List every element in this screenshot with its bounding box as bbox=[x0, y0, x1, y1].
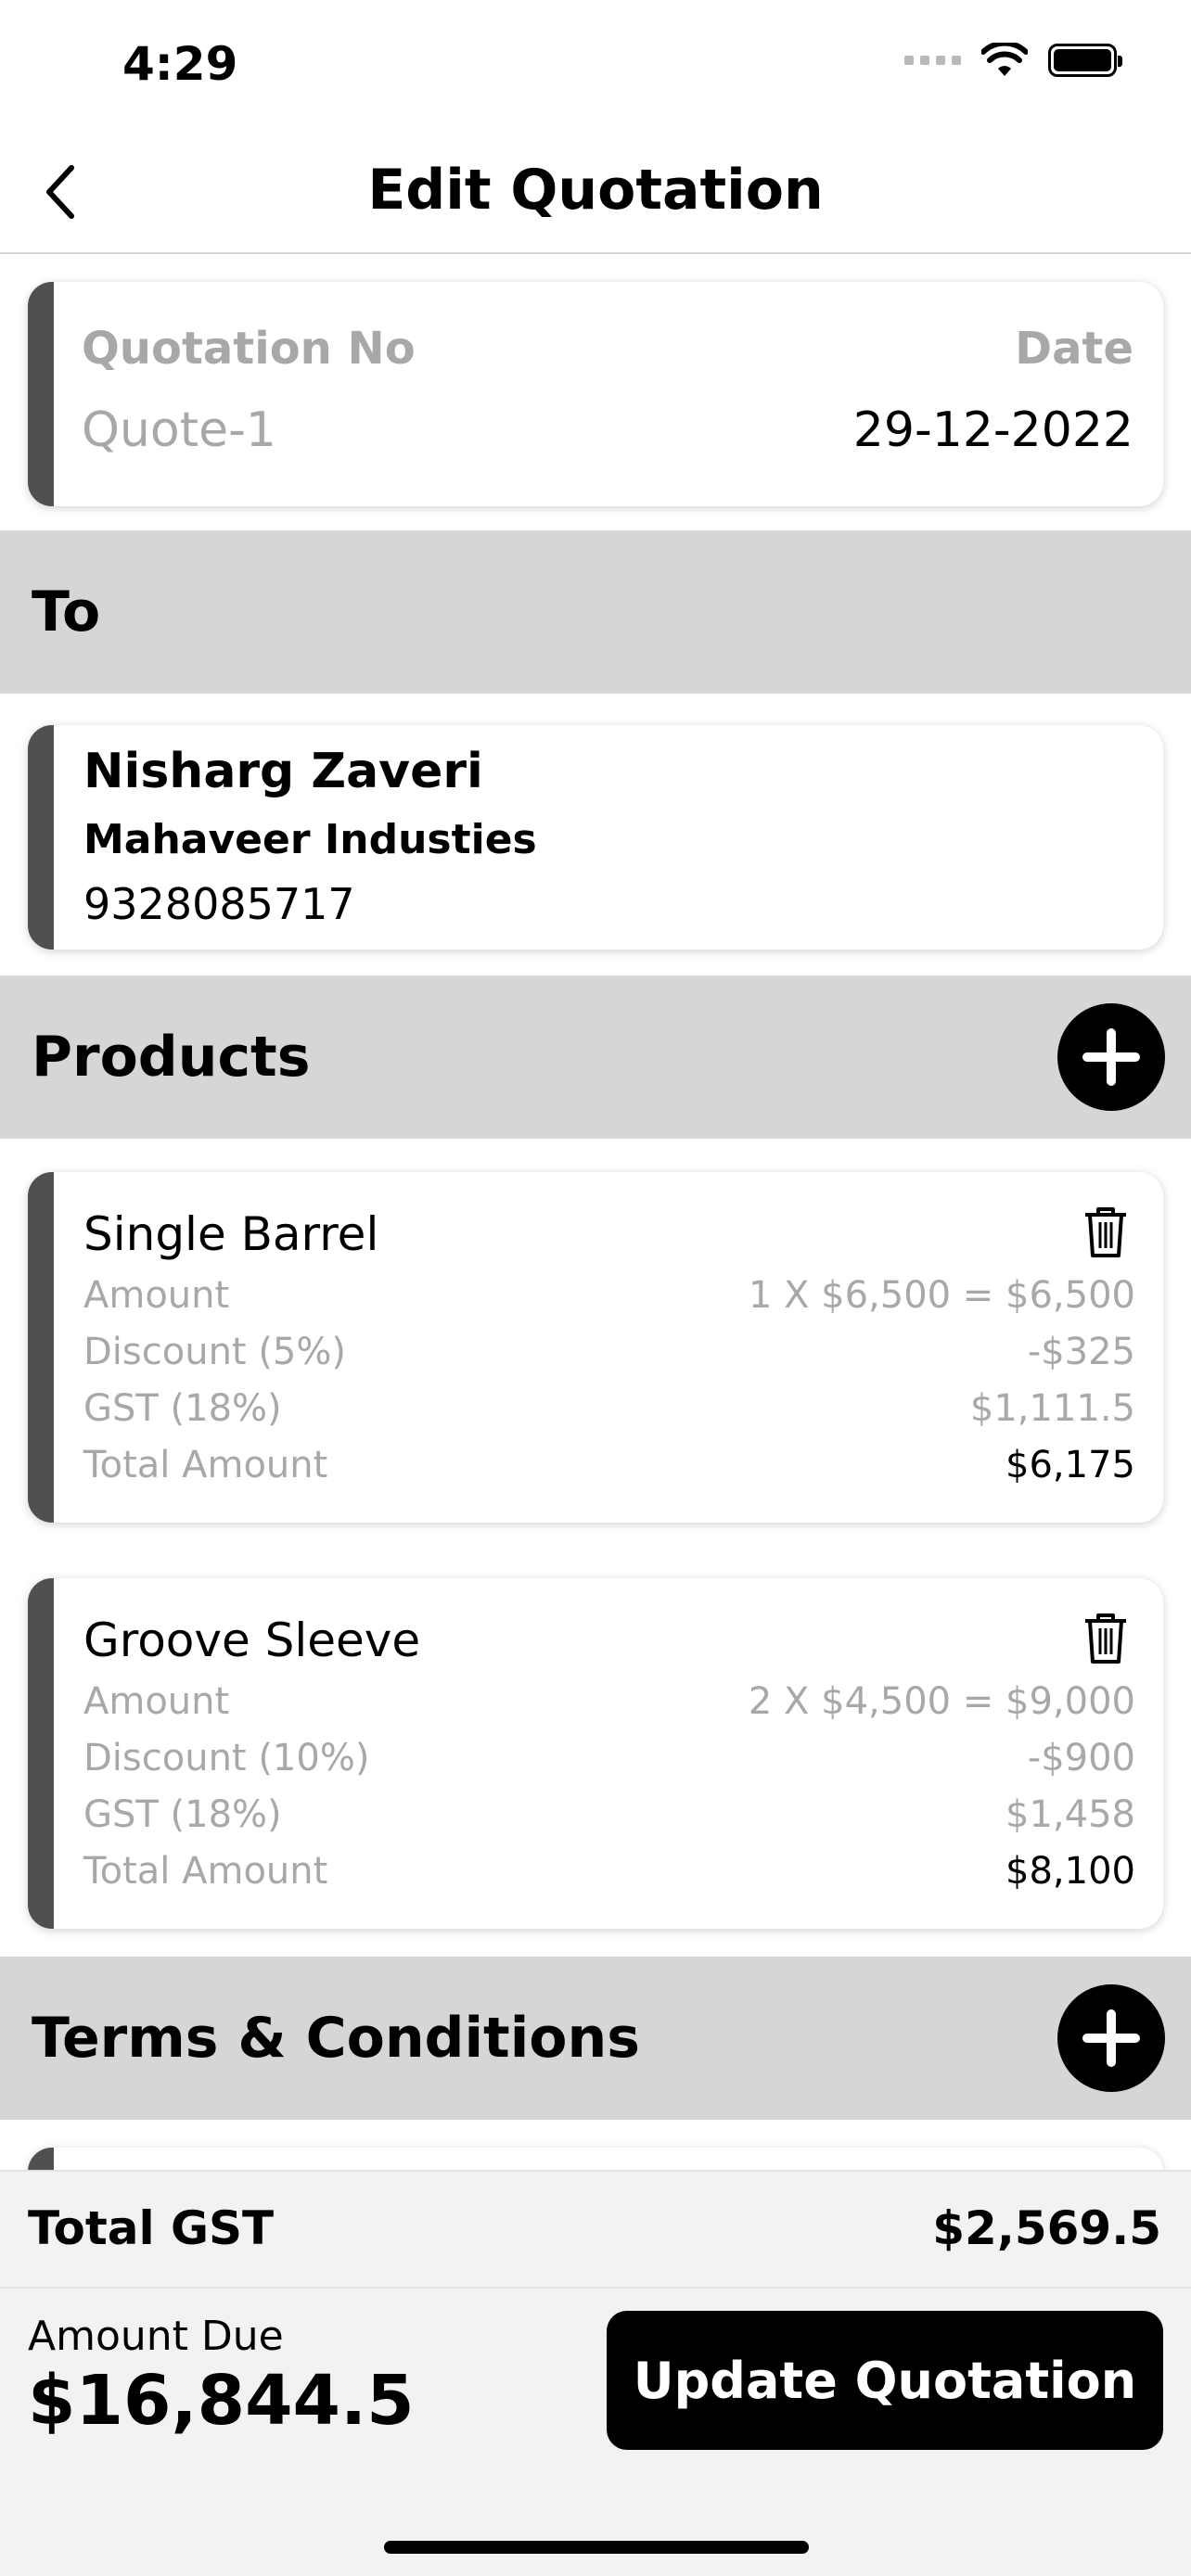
page-title: Edit Quotation bbox=[367, 158, 824, 223]
signal-icon bbox=[904, 56, 961, 65]
gst-row: GST (18%) $1,458 bbox=[83, 1793, 1135, 1836]
bottom-bar: Amount Due $16,844.5 Update Quotation bbox=[0, 2289, 1191, 2576]
total-row: Total Amount $8,100 bbox=[83, 1850, 1135, 1893]
amount-value: 2 X $4,500 = $9,000 bbox=[748, 1680, 1135, 1723]
amount-due-label: Amount Due bbox=[28, 2313, 284, 2360]
add-term-button[interactable] bbox=[1057, 1984, 1165, 2092]
amount-label: Amount bbox=[83, 1274, 230, 1317]
customer-name: Nisharg Zaveri bbox=[83, 744, 483, 799]
date-value[interactable]: 29-12-2022 bbox=[853, 402, 1133, 458]
discount-value: -$325 bbox=[1027, 1331, 1135, 1373]
add-product-button[interactable] bbox=[1057, 1003, 1165, 1111]
gst-label: GST (18%) bbox=[83, 1387, 282, 1430]
delete-product-button[interactable] bbox=[1080, 1610, 1132, 1665]
total-gst-label: Total GST bbox=[28, 2201, 275, 2255]
status-bar: 4:29 bbox=[0, 0, 1191, 130]
total-gst-bar: Total GST $2,569.5 bbox=[0, 2170, 1191, 2289]
wifi-icon bbox=[981, 43, 1028, 76]
product-card[interactable]: Groove Sleeve Amount 2 X $4,500 = $9,000… bbox=[28, 1578, 1163, 1929]
customer-card[interactable]: Nisharg Zaveri Mahaveer Industies 932808… bbox=[28, 725, 1163, 950]
total-label: Total Amount bbox=[83, 1444, 328, 1486]
amount-label: Amount bbox=[83, 1680, 230, 1723]
discount-label: Discount (10%) bbox=[83, 1737, 370, 1779]
to-section-header: To bbox=[0, 530, 1191, 694]
product-name: Single Barrel bbox=[83, 1207, 379, 1261]
plus-icon bbox=[1082, 1028, 1140, 1086]
total-value: $6,175 bbox=[1005, 1444, 1135, 1486]
discount-label: Discount (5%) bbox=[83, 1331, 346, 1373]
quotation-number-label: Quotation No bbox=[82, 323, 416, 375]
gst-value: $1,111.5 bbox=[969, 1387, 1135, 1430]
products-section-header: Products bbox=[0, 976, 1191, 1139]
date-label: Date bbox=[1015, 323, 1133, 375]
product-card[interactable]: Single Barrel Amount 1 X $6,500 = $6,500… bbox=[28, 1172, 1163, 1523]
update-quotation-button[interactable]: Update Quotation bbox=[607, 2311, 1163, 2450]
amount-row: Amount 1 X $6,500 = $6,500 bbox=[83, 1274, 1135, 1317]
discount-row: Discount (5%) -$325 bbox=[83, 1331, 1135, 1373]
total-label: Total Amount bbox=[83, 1850, 328, 1893]
amount-value: 1 X $6,500 = $6,500 bbox=[748, 1274, 1135, 1317]
plus-icon bbox=[1082, 2009, 1140, 2067]
discount-value: -$900 bbox=[1027, 1737, 1135, 1779]
gst-value: $1,458 bbox=[1005, 1793, 1135, 1836]
delete-product-button[interactable] bbox=[1080, 1204, 1132, 1259]
amount-row: Amount 2 X $4,500 = $9,000 bbox=[83, 1680, 1135, 1723]
to-section-title: To bbox=[32, 580, 101, 644]
amount-due-value: $16,844.5 bbox=[28, 2361, 415, 2441]
quotation-number-value[interactable]: Quote-1 bbox=[82, 402, 276, 458]
terms-section-title: Terms & Conditions bbox=[32, 2006, 640, 2071]
content-scroll[interactable]: Quotation No Date Quote-1 29-12-2022 To … bbox=[0, 254, 1191, 2170]
status-time: 4:29 bbox=[122, 37, 238, 91]
quotation-card[interactable]: Quotation No Date Quote-1 29-12-2022 bbox=[28, 282, 1163, 506]
battery-icon bbox=[1048, 44, 1122, 77]
gst-row: GST (18%) $1,111.5 bbox=[83, 1387, 1135, 1430]
terms-card[interactable] bbox=[28, 2148, 1163, 2170]
home-indicator[interactable] bbox=[384, 2541, 809, 2554]
status-icons bbox=[904, 43, 1122, 78]
total-value: $8,100 bbox=[1005, 1850, 1135, 1893]
trash-icon bbox=[1085, 1613, 1126, 1664]
customer-company: Mahaveer Industies bbox=[83, 816, 537, 863]
nav-bar: Edit Quotation bbox=[0, 130, 1191, 254]
terms-section-header: Terms & Conditions bbox=[0, 1957, 1191, 2120]
total-row: Total Amount $6,175 bbox=[83, 1444, 1135, 1486]
product-name: Groove Sleeve bbox=[83, 1613, 421, 1667]
customer-phone: 9328085717 bbox=[83, 879, 355, 929]
total-gst-value: $2,569.5 bbox=[932, 2201, 1161, 2255]
discount-row: Discount (10%) -$900 bbox=[83, 1737, 1135, 1779]
gst-label: GST (18%) bbox=[83, 1793, 282, 1836]
products-section-title: Products bbox=[32, 1025, 311, 1090]
trash-icon bbox=[1085, 1207, 1126, 1257]
